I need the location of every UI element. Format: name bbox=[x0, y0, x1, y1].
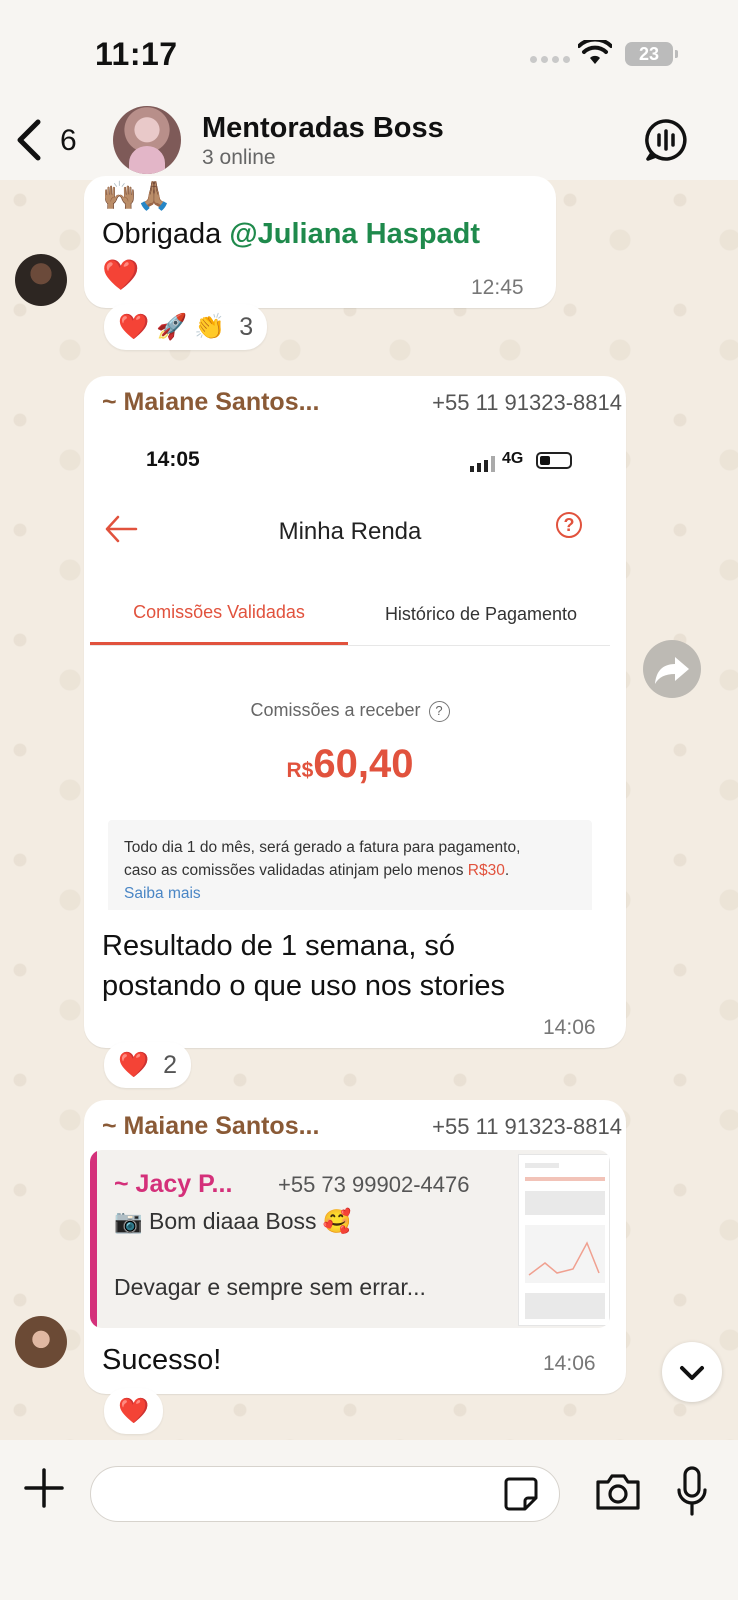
sticker-icon[interactable] bbox=[503, 1476, 539, 1512]
info-box: Todo dia 1 do mês, será gerado a fatura … bbox=[108, 820, 592, 910]
quote-phone: +55 73 99902-4476 bbox=[278, 1172, 470, 1197]
mention-link[interactable]: @Juliana Haspadt bbox=[229, 218, 480, 250]
reaction-emojis: ❤️ 🚀 👏 bbox=[118, 312, 226, 341]
sender-avatar[interactable] bbox=[15, 254, 67, 306]
battery-icon: 23 bbox=[625, 42, 678, 66]
reaction-count: 2 bbox=[163, 1050, 178, 1079]
sender-phone[interactable]: +55 11 91323-8814 bbox=[432, 390, 622, 416]
info-threshold: R$30 bbox=[467, 862, 505, 879]
message-time: 14:06 bbox=[543, 1016, 596, 1039]
group-avatar[interactable] bbox=[113, 106, 181, 174]
sender-avatar[interactable] bbox=[15, 1316, 67, 1368]
back-icon[interactable] bbox=[14, 118, 44, 162]
reaction-emojis: ❤️ bbox=[118, 1396, 150, 1425]
forward-icon bbox=[655, 657, 689, 684]
sender-row: ~ Maiane Santos... +55 11 91323-8814 bbox=[102, 1112, 622, 1141]
cell-signal-icon bbox=[470, 456, 495, 472]
message-text-line-2: postando o que uso nos stories bbox=[102, 970, 506, 1002]
image-attachment[interactable]: 14:05 4G Minha Renda ? Comissões Validad… bbox=[90, 432, 610, 910]
message-time: 14:06 bbox=[543, 1352, 596, 1375]
amount: R$60,40 bbox=[90, 742, 610, 787]
message-input[interactable] bbox=[90, 1466, 560, 1522]
sender-name[interactable]: ~ Maiane Santos... bbox=[102, 1112, 319, 1141]
receive-label-text: Comissões a receber bbox=[250, 700, 421, 720]
message-bubble[interactable]: ~ Maiane Santos... +55 11 91323-8814 ~ J… bbox=[84, 1100, 626, 1394]
group-status: 3 online bbox=[202, 146, 276, 169]
divider bbox=[90, 645, 610, 646]
status-time: 11:17 bbox=[95, 36, 178, 72]
message-reactions[interactable]: ❤️ bbox=[104, 1388, 164, 1434]
group-name[interactable]: Mentoradas Boss bbox=[202, 112, 444, 145]
amount-value: 60,40 bbox=[313, 742, 414, 786]
wifi-icon bbox=[578, 40, 612, 64]
chart-thumbnail-icon bbox=[528, 1241, 600, 1276]
scroll-down-button[interactable] bbox=[662, 1342, 722, 1402]
screenshot-title: Minha Renda bbox=[278, 518, 422, 545]
signal-icon bbox=[530, 56, 570, 63]
microphone-icon[interactable] bbox=[676, 1466, 708, 1518]
reaction-emojis: ❤️ bbox=[118, 1050, 150, 1079]
chevron-down-icon bbox=[680, 1366, 704, 1380]
message-text-prefix: Obrigada bbox=[102, 218, 230, 250]
tab-historico-pagamento: Histórico de Pagamento bbox=[384, 604, 578, 624]
message-text: Obrigada @Juliana Haspadt bbox=[102, 214, 480, 254]
screenshot-time: 14:05 bbox=[146, 448, 200, 471]
quote-text-line-2: Devagar e sempre sem errar... bbox=[114, 1274, 426, 1300]
message-time: 12:45 bbox=[471, 276, 524, 299]
info-line-2-text: caso as comissões validadas atinjam pelo… bbox=[124, 862, 468, 879]
message-text: Sucesso! bbox=[102, 1344, 222, 1376]
quote-thumbnail bbox=[518, 1154, 610, 1326]
quoted-message[interactable]: ~ Jacy P... +55 73 99902-4476 📷 Bom diaa… bbox=[90, 1150, 610, 1328]
saiba-mais-link: Saiba mais bbox=[124, 885, 201, 902]
network-type: 4G bbox=[502, 450, 524, 467]
heart-emoji: ❤️ bbox=[102, 259, 140, 292]
status-bar: 11:17 23 bbox=[0, 0, 738, 100]
help-icon: ? bbox=[556, 512, 582, 538]
sender-name[interactable]: ~ Maiane Santos... bbox=[102, 388, 319, 417]
reaction-count: 3 bbox=[239, 312, 254, 341]
info-icon: ? bbox=[428, 700, 450, 722]
message-reactions[interactable]: ❤️ 2 bbox=[104, 1042, 192, 1088]
message-composer bbox=[0, 1440, 738, 1600]
message-emojis: 🙌🏽🙏🏽 bbox=[102, 180, 172, 211]
message-text-line-1: Resultado de 1 semana, só bbox=[102, 930, 456, 962]
info-line-2: caso as comissões validadas atinjam pelo… bbox=[124, 859, 576, 882]
quote-bar bbox=[90, 1150, 97, 1328]
plus-icon[interactable] bbox=[24, 1468, 64, 1508]
camera-icon[interactable] bbox=[594, 1472, 642, 1512]
sender-row: ~ Maiane Santos... +55 11 91323-8814 bbox=[102, 388, 622, 417]
sender-phone[interactable]: +55 11 91323-8814 bbox=[432, 1114, 622, 1140]
info-period: . bbox=[504, 862, 510, 879]
battery-icon bbox=[536, 452, 572, 469]
quote-sender: ~ Jacy P... bbox=[114, 1170, 233, 1198]
amount-currency: R$ bbox=[286, 759, 314, 782]
unread-count[interactable]: 6 bbox=[60, 124, 77, 158]
message-bubble[interactable]: 🙌🏽🙏🏽 Obrigada @Juliana Haspadt ❤️ 12:45 bbox=[84, 176, 556, 308]
audio-call-icon[interactable] bbox=[644, 118, 688, 162]
quote-text-line-1: 📷 Bom diaaa Boss 🥰 bbox=[114, 1208, 352, 1234]
chat-header: 6 Mentoradas Boss 3 online bbox=[0, 100, 738, 180]
forward-button[interactable] bbox=[643, 640, 701, 698]
info-line-1: Todo dia 1 do mês, será gerado a fatura … bbox=[124, 839, 521, 856]
message-bubble[interactable]: ~ Maiane Santos... +55 11 91323-8814 14:… bbox=[84, 376, 626, 1048]
tab-comissoes-validadas: Comissões Validadas bbox=[133, 602, 305, 622]
message-reactions[interactable]: ❤️ 🚀 👏 3 bbox=[104, 304, 268, 350]
receive-label: Comissões a receber? bbox=[90, 700, 610, 722]
